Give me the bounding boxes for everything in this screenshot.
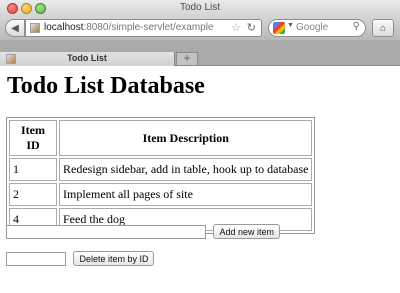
title-bar: Todo List	[0, 0, 400, 16]
chevron-down-icon[interactable]: ▼	[287, 22, 294, 29]
window-title: Todo List	[179, 2, 221, 13]
item-id-cell: 1	[9, 158, 57, 181]
column-header-item-id: Item ID	[9, 120, 57, 156]
page-content: Todo List Database Item ID Item Descript…	[0, 66, 400, 293]
page-heading: Todo List Database	[7, 73, 205, 99]
item-description-cell: Implement all pages of site	[59, 183, 313, 206]
site-favicon-icon	[30, 23, 40, 33]
item-description-cell: Redesign sidebar, add in table, hook up …	[59, 158, 313, 181]
url-text: localhost:8080/simple-servlet/example	[44, 22, 214, 33]
new-item-input[interactable]	[6, 224, 206, 239]
back-arrow-icon: ◀	[11, 22, 19, 34]
home-icon: ⌂	[379, 22, 387, 34]
add-item-form: Add new item	[6, 223, 280, 241]
delete-item-form: Delete item by ID	[6, 250, 155, 268]
column-header-item-description: Item Description	[59, 120, 313, 156]
browser-toolbar: ◀ localhost:8080/simple-servlet/example …	[0, 16, 400, 40]
search-icon[interactable]: ⚲	[353, 21, 360, 32]
url-path: :8080/simple-servlet/example	[83, 22, 214, 33]
delete-item-id-input[interactable]	[6, 251, 66, 266]
tab-label: Todo List	[67, 53, 107, 63]
home-button[interactable]: ⌂	[372, 19, 394, 37]
add-new-item-button[interactable]: Add new item	[213, 224, 280, 240]
search-placeholder: Google	[296, 22, 329, 33]
bookmark-star-icon[interactable]: ☆	[231, 21, 241, 34]
table-row: 1 Redesign sidebar, add in table, hook u…	[9, 158, 313, 181]
address-bar[interactable]: localhost:8080/simple-servlet/example ☆ …	[25, 19, 262, 37]
reload-icon[interactable]: ↻	[247, 21, 256, 34]
url-host: localhost	[44, 22, 84, 33]
plus-icon: +	[183, 51, 191, 65]
table-row: 2 Implement all pages of site	[9, 183, 313, 206]
table-header-row: Item ID Item Description	[9, 120, 313, 156]
new-tab-button[interactable]: +	[176, 52, 198, 66]
tab-strip: Todo List +	[0, 40, 400, 66]
back-button[interactable]: ◀	[5, 19, 25, 37]
search-bar[interactable]: ▼ Google ⚲	[268, 19, 366, 37]
item-id-cell: 2	[9, 183, 57, 206]
tab-todo-list[interactable]: Todo List	[0, 52, 175, 66]
delete-item-button[interactable]: Delete item by ID	[73, 251, 155, 267]
todo-table: Item ID Item Description 1 Redesign side…	[6, 117, 316, 234]
google-logo-icon	[273, 22, 285, 34]
